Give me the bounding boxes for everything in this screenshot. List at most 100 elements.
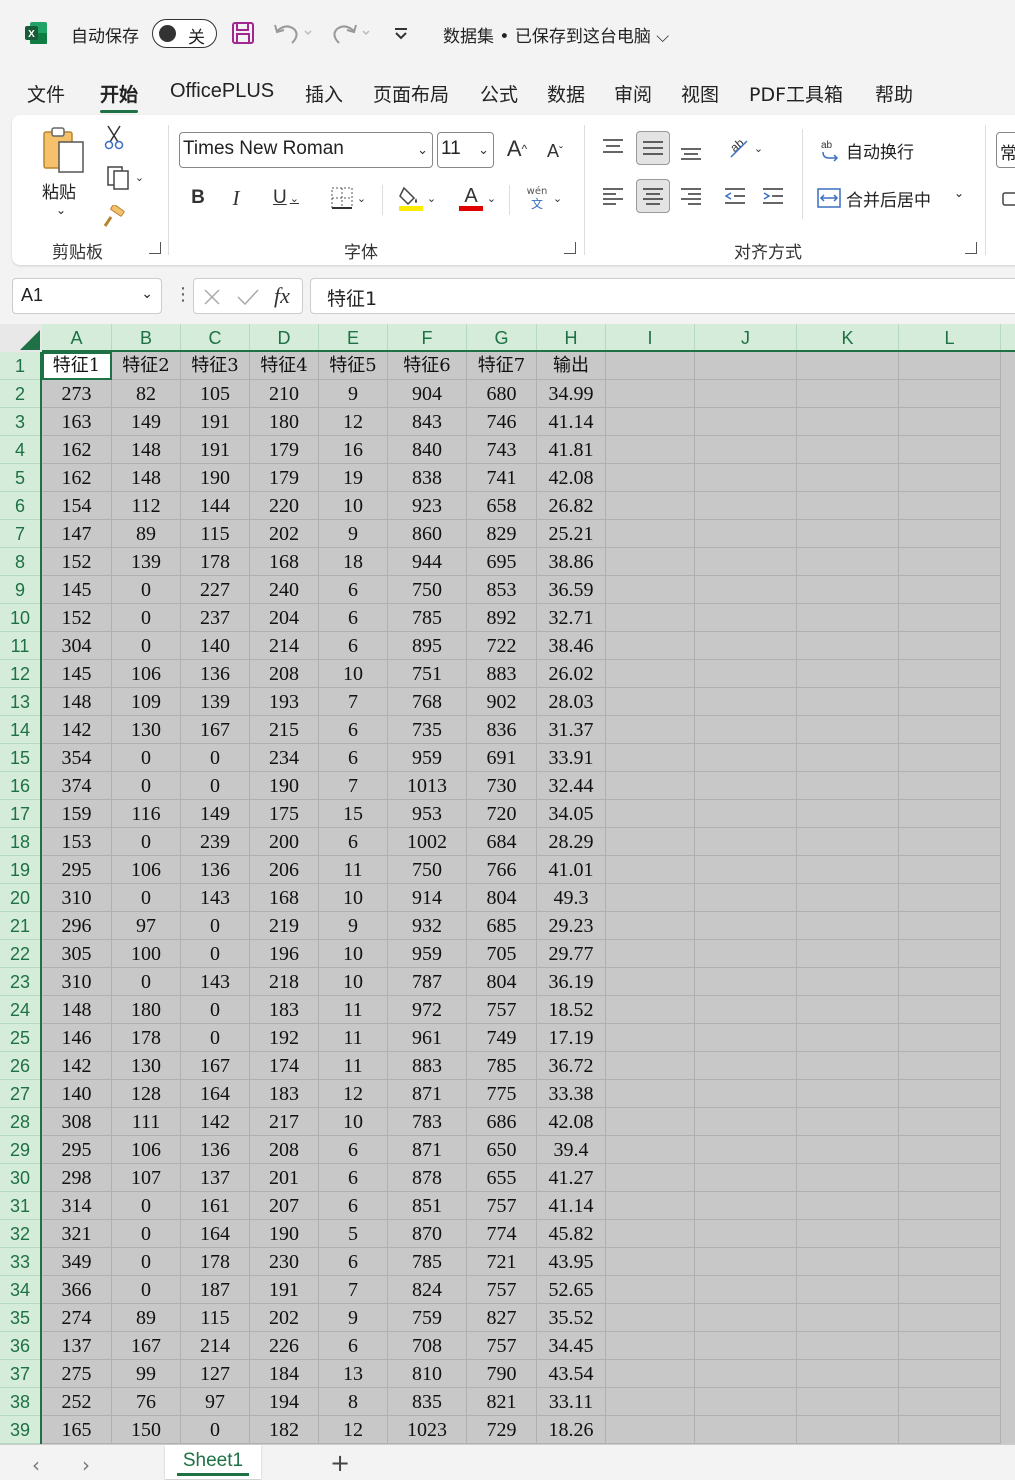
cell-e15[interactable]: 6: [319, 744, 388, 772]
column-header-d[interactable]: D: [250, 324, 319, 350]
row-header-12[interactable]: 12: [0, 660, 40, 688]
cell-d4[interactable]: 179: [250, 436, 319, 464]
cell-f28[interactable]: 783: [388, 1108, 467, 1136]
cell-c9[interactable]: 227: [181, 576, 250, 604]
column-header-g[interactable]: G: [467, 324, 537, 350]
cell-h4[interactable]: 41.81: [537, 436, 606, 464]
cell-b18[interactable]: 0: [112, 828, 181, 856]
cell-a29[interactable]: 295: [42, 1136, 112, 1164]
confirm-icon[interactable]: [236, 287, 260, 307]
cell-j38[interactable]: [695, 1388, 797, 1416]
cell-f14[interactable]: 735: [388, 716, 467, 744]
cell-f10[interactable]: 785: [388, 604, 467, 632]
cell-h10[interactable]: 32.71: [537, 604, 606, 632]
cell-c36[interactable]: 214: [181, 1332, 250, 1360]
cell-e18[interactable]: 6: [319, 828, 388, 856]
column-header-f[interactable]: F: [388, 324, 467, 350]
decrease-indent-icon[interactable]: [720, 181, 750, 211]
cell-j6[interactable]: [695, 492, 797, 520]
cell-j27[interactable]: [695, 1080, 797, 1108]
cell-d10[interactable]: 204: [250, 604, 319, 632]
cell-e32[interactable]: 5: [319, 1220, 388, 1248]
wrap-text-icon[interactable]: ab: [816, 135, 846, 165]
cell-e20[interactable]: 10: [319, 884, 388, 912]
cell-a37[interactable]: 275: [42, 1360, 112, 1388]
cell-b11[interactable]: 0: [112, 632, 181, 660]
cell-b29[interactable]: 106: [112, 1136, 181, 1164]
row-header-4[interactable]: 4: [0, 436, 40, 464]
cell-f11[interactable]: 895: [388, 632, 467, 660]
cell-d18[interactable]: 200: [250, 828, 319, 856]
cell-g37[interactable]: 790: [467, 1360, 537, 1388]
row-header-14[interactable]: 14: [0, 716, 40, 744]
row-header-3[interactable]: 3: [0, 408, 40, 436]
cell-b22[interactable]: 100: [112, 940, 181, 968]
cell-k1[interactable]: [797, 352, 899, 380]
cell-h25[interactable]: 17.19: [537, 1024, 606, 1052]
cell-e39[interactable]: 12: [319, 1416, 388, 1444]
row-header-32[interactable]: 32: [0, 1220, 40, 1248]
cell-f32[interactable]: 870: [388, 1220, 467, 1248]
cell-a23[interactable]: 310: [42, 968, 112, 996]
cell-c29[interactable]: 136: [181, 1136, 250, 1164]
increase-indent-icon[interactable]: [758, 181, 788, 211]
cell-e11[interactable]: 6: [319, 632, 388, 660]
cell-h39[interactable]: 18.26: [537, 1416, 606, 1444]
cell-j17[interactable]: [695, 800, 797, 828]
cell-h3[interactable]: 41.14: [537, 408, 606, 436]
cell-h32[interactable]: 45.82: [537, 1220, 606, 1248]
cell-f16[interactable]: 1013: [388, 772, 467, 800]
cell-a21[interactable]: 296: [42, 912, 112, 940]
cell-g24[interactable]: 757: [467, 996, 537, 1024]
cell-h19[interactable]: 41.01: [537, 856, 606, 884]
cell-b7[interactable]: 89: [112, 520, 181, 548]
cell-e16[interactable]: 7: [319, 772, 388, 800]
number-format-icon[interactable]: [1000, 187, 1015, 211]
cell-f25[interactable]: 961: [388, 1024, 467, 1052]
row-header-22[interactable]: 22: [0, 940, 40, 968]
customize-toolbar-icon[interactable]: [393, 18, 409, 48]
cell-i34[interactable]: [606, 1276, 695, 1304]
cell-e13[interactable]: 7: [319, 688, 388, 716]
cell-f18[interactable]: 1002: [388, 828, 467, 856]
cell-b2[interactable]: 82: [112, 380, 181, 408]
cell-e19[interactable]: 11: [319, 856, 388, 884]
cell-c27[interactable]: 164: [181, 1080, 250, 1108]
cell-k30[interactable]: [797, 1164, 899, 1192]
cell-h22[interactable]: 29.77: [537, 940, 606, 968]
paste-label[interactable]: 粘贴: [42, 178, 76, 203]
cell-g5[interactable]: 741: [467, 464, 537, 492]
cell-k37[interactable]: [797, 1360, 899, 1388]
cell-h30[interactable]: 41.27: [537, 1164, 606, 1192]
cell-i20[interactable]: [606, 884, 695, 912]
cell-g22[interactable]: 705: [467, 940, 537, 968]
cell-i19[interactable]: [606, 856, 695, 884]
column-header-k[interactable]: K: [797, 324, 899, 350]
cell-j3[interactable]: [695, 408, 797, 436]
column-header-j[interactable]: J: [695, 324, 797, 350]
row-header-31[interactable]: 31: [0, 1192, 40, 1220]
scroll-left-icon[interactable]: ‹: [32, 1453, 40, 1477]
cell-g29[interactable]: 650: [467, 1136, 537, 1164]
wrap-text-label[interactable]: 自动换行: [846, 138, 914, 163]
font-launcher-icon[interactable]: [564, 242, 576, 254]
cell-g20[interactable]: 804: [467, 884, 537, 912]
cell-h2[interactable]: 34.99: [537, 380, 606, 408]
underline-icon[interactable]: U ⌄: [262, 183, 310, 213]
cell-a22[interactable]: 305: [42, 940, 112, 968]
cell-b32[interactable]: 0: [112, 1220, 181, 1248]
cell-a8[interactable]: 152: [42, 548, 112, 576]
cell-d38[interactable]: 194: [250, 1388, 319, 1416]
cell-c38[interactable]: 97: [181, 1388, 250, 1416]
row-header-20[interactable]: 20: [0, 884, 40, 912]
cell-j22[interactable]: [695, 940, 797, 968]
cell-f7[interactable]: 860: [388, 520, 467, 548]
cell-j25[interactable]: [695, 1024, 797, 1052]
cell-h12[interactable]: 26.02: [537, 660, 606, 688]
cell-j29[interactable]: [695, 1136, 797, 1164]
redo-icon[interactable]: [330, 18, 370, 48]
row-header-33[interactable]: 33: [0, 1248, 40, 1276]
cell-h11[interactable]: 38.46: [537, 632, 606, 660]
cell-k5[interactable]: [797, 464, 899, 492]
cell-a36[interactable]: 137: [42, 1332, 112, 1360]
